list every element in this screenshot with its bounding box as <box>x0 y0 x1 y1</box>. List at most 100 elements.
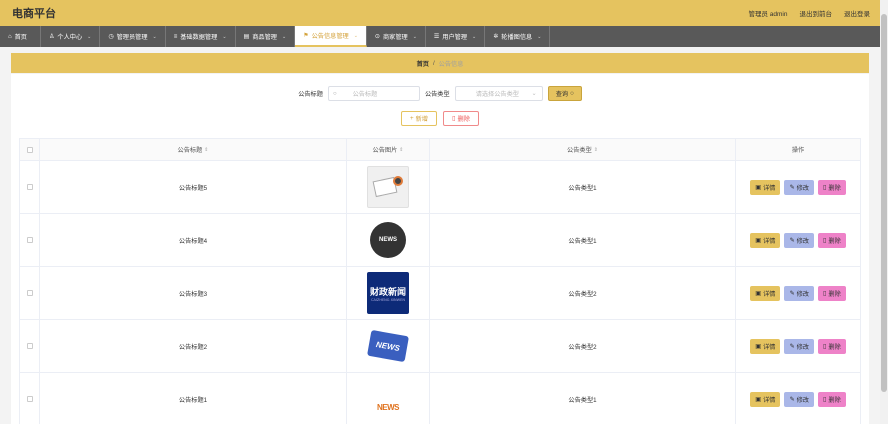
row-checkbox-cell <box>20 373 40 424</box>
nav-item-7[interactable]: ☰ 用户管理 ⌄ <box>426 26 486 47</box>
row-checkbox[interactable] <box>26 343 33 349</box>
nav-item-4[interactable]: ▤ 商品管理 ⌄ <box>236 26 296 47</box>
plus-icon: + <box>410 115 414 122</box>
column-type-label: 公告类型 <box>567 147 592 154</box>
table-body: 公告标题5 公告类型1 ▣ 详情 ✎ 修改 ▯ 删除 公告标题4 NEWS 公告类型1 ▣ 详情 ✎ 修改 ▯… <box>20 161 860 424</box>
finance-news-subtext: CAIZHENG XINWEN <box>371 297 405 302</box>
nav-item-0[interactable]: ⌂ 首页 <box>0 26 41 47</box>
edit-button[interactable]: ✎ 修改 <box>784 338 814 354</box>
nav-item-3[interactable]: ≡ 基础数据管理 ⌄ <box>166 26 236 47</box>
scrollbar-thumb[interactable] <box>881 14 887 392</box>
column-image-label: 公告图片 <box>372 147 398 154</box>
search-icon: ○ <box>570 90 574 97</box>
batch-delete-label: 删除 <box>457 116 470 123</box>
main-nav: ⌂ 首页 ♙ 个人中心 ⌄ ◷ 管理员管理 ⌄ ≡ 基础数据管理 ⌄ ▤ 商品管理 ⌄ ⚑ 公告信息管理 ⌄ ⊙ 商… <box>0 26 880 47</box>
notice-image-cell: NEWS <box>347 214 430 266</box>
row-checkbox-cell <box>20 267 40 319</box>
detail-button[interactable]: ▣ 详情 <box>750 338 781 354</box>
add-button-label: 新增 <box>415 116 428 123</box>
pencil-icon: ✎ <box>789 395 795 403</box>
edit-button[interactable]: ✎ 修改 <box>784 285 814 301</box>
breadcrumb-home[interactable]: 首页 <box>417 59 429 68</box>
edit-button[interactable]: ✎ 修改 <box>784 391 814 407</box>
row-checkbox[interactable] <box>26 184 33 190</box>
column-header-type[interactable]: 公告类型 ⇕ <box>430 139 736 160</box>
column-header-image[interactable]: 公告图片 ⇕ <box>347 139 430 160</box>
detail-button[interactable]: ▣ 详情 <box>750 232 781 248</box>
nav-item-2[interactable]: ◷ 管理员管理 ⌄ <box>100 26 166 47</box>
delete-button[interactable]: ▯ 删除 <box>818 285 846 301</box>
row-actions: ▣ 详情 ✎ 修改 ▯ 删除 <box>736 214 860 266</box>
pencil-icon: ✎ <box>789 183 795 191</box>
vertical-scrollbar[interactable] <box>880 0 888 424</box>
notice-image-cell: NEWS <box>347 373 430 424</box>
exit-to-front-link[interactable]: 退出到前台 <box>800 8 833 18</box>
nav-item-6[interactable]: ⊙ 商家管理 ⌄ <box>367 26 426 47</box>
notice-type-cell: 公告类型1 <box>430 214 736 266</box>
breadcrumb-current: 公告信息 <box>438 60 464 68</box>
nav-item-label: 个人中心 <box>57 34 83 41</box>
home-icon: ⌂ <box>8 33 12 40</box>
batch-delete-button[interactable]: ▯ 删除 <box>443 111 479 126</box>
logout-link[interactable]: 退出登录 <box>844 8 870 18</box>
row-checkbox[interactable] <box>26 290 33 296</box>
chevron-down-icon: ⌄ <box>282 33 287 40</box>
detail-button[interactable]: ▣ 详情 <box>750 285 781 301</box>
type-select[interactable]: 请选择公告类型 ⌄ <box>454 86 543 101</box>
column-header-title[interactable]: 公告标题 ⇕ <box>40 139 347 160</box>
breadcrumb: 首页 / 公告信息 <box>11 53 869 73</box>
nav-item-1[interactable]: ♙ 个人中心 ⌄ <box>41 26 101 47</box>
chevron-down-icon: ⌄ <box>537 33 542 40</box>
type-filter-label: 公告类型 <box>424 91 450 98</box>
notice-title-cell: 公告标题4 <box>40 214 347 266</box>
delete-button[interactable]: ▯ 删除 <box>818 338 846 354</box>
delete-button[interactable]: ▯ 删除 <box>818 391 846 407</box>
title-search-placeholder: 公告标题 <box>352 91 378 98</box>
detail-button[interactable]: ▣ 详情 <box>750 391 781 407</box>
detail-button[interactable]: ▣ 详情 <box>750 179 781 195</box>
nav-item-label: 公告信息管理 <box>311 33 349 40</box>
nav-item-5[interactable]: ⚑ 公告信息管理 ⌄ <box>295 26 367 47</box>
sort-icon[interactable]: ⇕ <box>399 147 403 153</box>
nav-item-8[interactable]: ✲ 轮播图信息 ⌄ <box>485 26 551 47</box>
pencil-icon: ✎ <box>789 342 795 350</box>
delete-label: 删除 <box>828 237 841 245</box>
edit-label: 修改 <box>796 396 809 404</box>
row-checkbox[interactable] <box>26 237 33 243</box>
news-sign-graphic: NEWS <box>367 329 409 363</box>
delete-button[interactable]: ▯ 删除 <box>818 179 846 195</box>
edit-button[interactable]: ✎ 修改 <box>784 179 814 195</box>
row-actions: ▣ 详情 ✎ 修改 ▯ 删除 <box>736 161 860 213</box>
flag-icon: ⚑ <box>303 33 309 39</box>
title-search-input[interactable]: ○ 公告标题 <box>327 86 420 101</box>
select-all-checkbox[interactable] <box>26 146 33 153</box>
notice-image: NEWS <box>367 219 409 261</box>
type-select-placeholder: 请选择公告类型 <box>475 91 519 98</box>
header-links: 管理员 admin 退出到前台 退出登录 <box>748 8 870 18</box>
header-checkbox-cell <box>20 139 40 160</box>
nav-item-label: 首页 <box>14 34 27 41</box>
sort-icon[interactable]: ⇕ <box>204 147 208 153</box>
add-button[interactable]: + 新增 <box>401 111 437 126</box>
row-checkbox[interactable] <box>26 396 33 402</box>
sort-icon[interactable]: ⇕ <box>594 147 598 153</box>
delete-button[interactable]: ▯ 删除 <box>818 232 846 248</box>
notice-image-cell: 财政新闻 CAIZHENG XINWEN <box>347 267 430 319</box>
row-actions: ▣ 详情 ✎ 修改 ▯ 删除 <box>736 373 860 424</box>
breadcrumb-separator: / <box>432 59 435 67</box>
notice-type-cell: 公告类型1 <box>430 161 736 213</box>
search-icon: ○ <box>332 90 337 97</box>
table-row: 公告标题1 NEWS 公告类型1 ▣ 详情 ✎ 修改 ▯ 删除 <box>20 373 860 424</box>
query-button[interactable]: 查询 ○ <box>547 86 582 101</box>
table-row: 公告标题4 NEWS 公告类型1 ▣ 详情 ✎ 修改 ▯ 删除 <box>20 214 860 267</box>
search-form: 公告标题 ○ 公告标题 公告类型 请选择公告类型 ⌄ 查询 ○ <box>11 86 869 101</box>
delete-label: 删除 <box>828 343 841 351</box>
trash-icon: ▯ <box>823 342 827 350</box>
notice-image: NEWS <box>367 325 409 367</box>
globe-graphic: NEWS <box>370 222 406 258</box>
gear-icon: ✲ <box>493 34 499 40</box>
trash-icon: ▯ <box>823 289 827 297</box>
edit-button[interactable]: ✎ 修改 <box>784 232 814 248</box>
admin-user-label: 管理员 admin <box>748 11 788 18</box>
nav-item-label: 管理员管理 <box>116 34 148 41</box>
